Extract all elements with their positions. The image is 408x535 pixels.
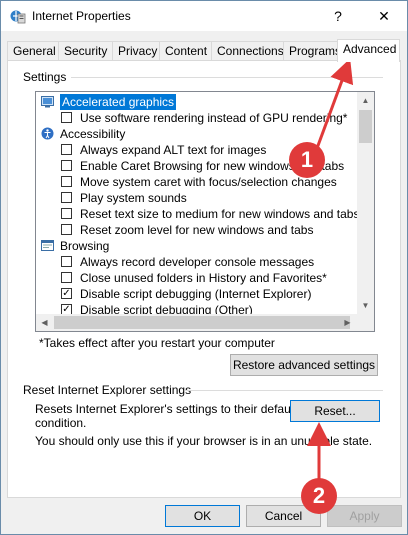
annotation-marker-2: 2: [301, 478, 337, 514]
tab-advanced[interactable]: Advanced: [337, 39, 400, 62]
internet-properties-dialog: Internet Properties ? ✕ General Security…: [0, 0, 408, 535]
annotation-marker-1: 1: [289, 142, 325, 178]
arrow-to-advanced-tab: [314, 58, 354, 152]
annotation-arrows: [307, 58, 354, 479]
